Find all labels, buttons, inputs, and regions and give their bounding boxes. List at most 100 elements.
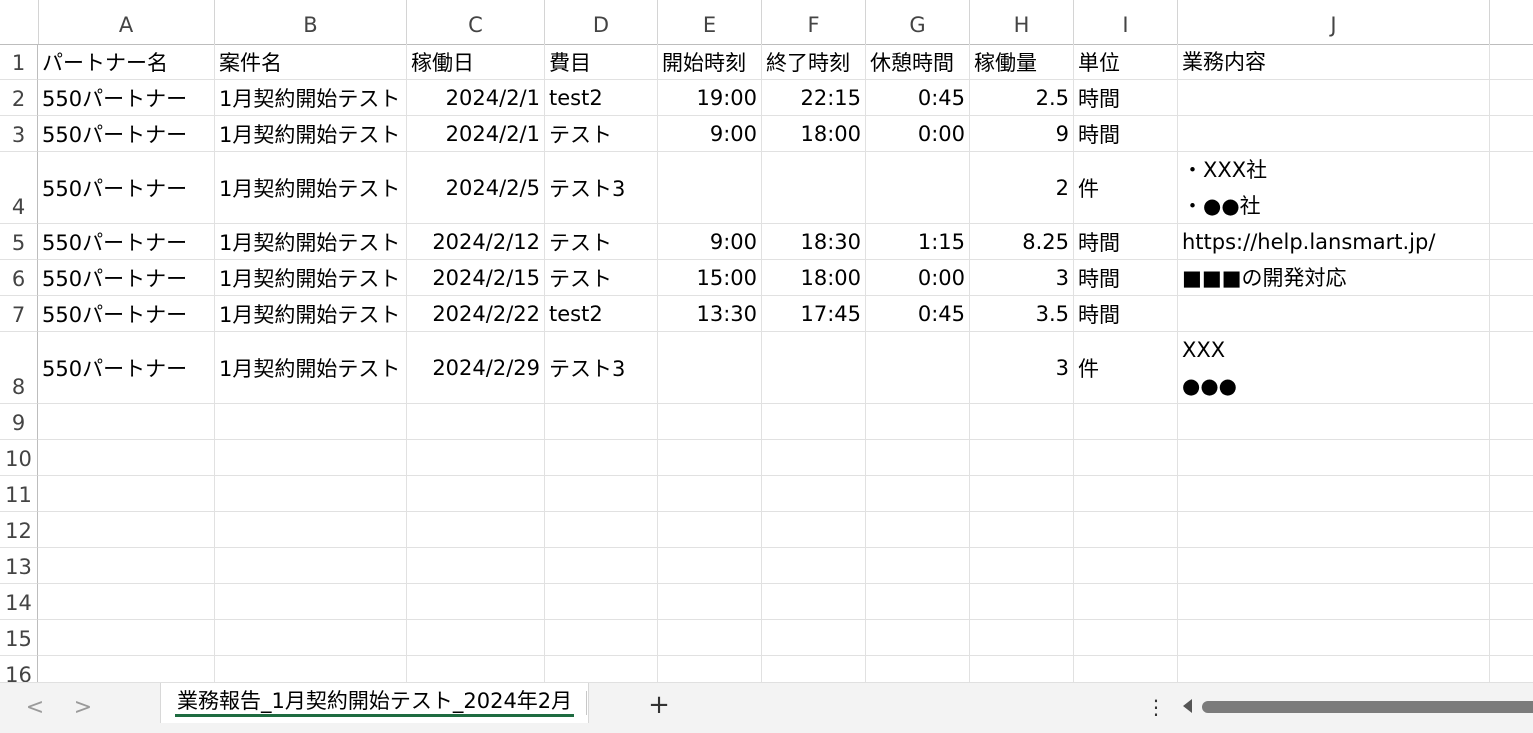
row-header-14[interactable]: 14	[0, 584, 38, 620]
cell-a8[interactable]: 550パートナー	[38, 332, 215, 404]
cell-b10[interactable]	[215, 440, 407, 476]
add-sheet-button[interactable]: +	[645, 691, 673, 719]
cell-k3[interactable]	[1490, 116, 1533, 152]
cell-h5[interactable]: 8.25	[970, 224, 1074, 260]
cell-b8[interactable]: 1月契約開始テスト	[215, 332, 407, 404]
cell-a14[interactable]	[38, 584, 215, 620]
cell-f4[interactable]	[762, 152, 866, 224]
cell-d14[interactable]	[545, 584, 658, 620]
cell-j10[interactable]	[1178, 440, 1490, 476]
cell-f7[interactable]: 17:45	[762, 296, 866, 332]
spreadsheet-grid[interactable]: ABCDEFGHIJ 1 パートナー名 案件名 稼働日 費目 開始時刻 終了時刻 休憩時間 稼働…	[0, 0, 1533, 682]
cell-h3[interactable]: 9	[970, 116, 1074, 152]
cell-h15[interactable]	[970, 620, 1074, 656]
column-header-b[interactable]: B	[215, 0, 407, 44]
cell-k16[interactable]	[1490, 656, 1533, 682]
cell-g15[interactable]	[866, 620, 970, 656]
cell-f5[interactable]: 18:30	[762, 224, 866, 260]
cell-j8[interactable]: XXX ●●●	[1178, 332, 1490, 404]
cell-d12[interactable]	[545, 512, 658, 548]
cell-b9[interactable]	[215, 404, 407, 440]
column-header-c[interactable]: C	[407, 0, 545, 44]
cell-b15[interactable]	[215, 620, 407, 656]
cell-h6[interactable]: 3	[970, 260, 1074, 296]
cell-j7[interactable]	[1178, 296, 1490, 332]
cell-e8[interactable]	[658, 332, 762, 404]
cell-d15[interactable]	[545, 620, 658, 656]
cell-f2[interactable]: 22:15	[762, 80, 866, 116]
cell-d4[interactable]: テスト3	[545, 152, 658, 224]
cell-h8[interactable]: 3	[970, 332, 1074, 404]
cell-i4[interactable]: 件	[1074, 152, 1178, 224]
cell-h12[interactable]	[970, 512, 1074, 548]
cell-h14[interactable]	[970, 584, 1074, 620]
cell-j1[interactable]: 業務内容	[1178, 44, 1490, 80]
cell-c3[interactable]: 2024/2/1	[407, 116, 545, 152]
cell-h7[interactable]: 3.5	[970, 296, 1074, 332]
cell-k14[interactable]	[1490, 584, 1533, 620]
cell-h2[interactable]: 2.5	[970, 80, 1074, 116]
cell-c12[interactable]	[407, 512, 545, 548]
cell-i12[interactable]	[1074, 512, 1178, 548]
cell-d7[interactable]: test2	[545, 296, 658, 332]
cell-f16[interactable]	[762, 656, 866, 682]
cell-k9[interactable]	[1490, 404, 1533, 440]
cell-d16[interactable]	[545, 656, 658, 682]
cell-e13[interactable]	[658, 548, 762, 584]
cell-f8[interactable]	[762, 332, 866, 404]
cell-e1[interactable]: 開始時刻	[658, 44, 762, 80]
cell-h4[interactable]: 2	[970, 152, 1074, 224]
cell-e16[interactable]	[658, 656, 762, 682]
cell-j12[interactable]	[1178, 512, 1490, 548]
cell-i1[interactable]: 単位	[1074, 44, 1178, 80]
cell-e6[interactable]: 15:00	[658, 260, 762, 296]
cell-i16[interactable]	[1074, 656, 1178, 682]
cell-e14[interactable]	[658, 584, 762, 620]
cell-b2[interactable]: 1月契約開始テスト	[215, 80, 407, 116]
cell-a13[interactable]	[38, 548, 215, 584]
cell-h1[interactable]: 稼働量	[970, 44, 1074, 80]
cell-h9[interactable]	[970, 404, 1074, 440]
cell-k6[interactable]	[1490, 260, 1533, 296]
cell-f15[interactable]	[762, 620, 866, 656]
cell-j2[interactable]	[1178, 80, 1490, 116]
column-header-a[interactable]: A	[38, 0, 215, 44]
cell-a12[interactable]	[38, 512, 215, 548]
cell-k12[interactable]	[1490, 512, 1533, 548]
cell-d9[interactable]	[545, 404, 658, 440]
cell-b6[interactable]: 1月契約開始テスト	[215, 260, 407, 296]
cell-d3[interactable]: テスト	[545, 116, 658, 152]
row-header-2[interactable]: 2	[0, 80, 38, 116]
cell-h11[interactable]	[970, 476, 1074, 512]
row-header-16[interactable]: 16	[0, 656, 38, 682]
cell-e9[interactable]	[658, 404, 762, 440]
cell-f3[interactable]: 18:00	[762, 116, 866, 152]
cell-j6[interactable]: ■■■の開発対応	[1178, 260, 1490, 296]
cell-g13[interactable]	[866, 548, 970, 584]
cell-c9[interactable]	[407, 404, 545, 440]
cell-f13[interactable]	[762, 548, 866, 584]
cell-i11[interactable]	[1074, 476, 1178, 512]
row-header-5[interactable]: 5	[0, 224, 38, 260]
cell-i2[interactable]: 時間	[1074, 80, 1178, 116]
cell-j9[interactable]	[1178, 404, 1490, 440]
scroll-left-icon[interactable]	[1183, 699, 1192, 713]
cell-d8[interactable]: テスト3	[545, 332, 658, 404]
cell-d5[interactable]: テスト	[545, 224, 658, 260]
cell-j11[interactable]	[1178, 476, 1490, 512]
cell-e5[interactable]: 9:00	[658, 224, 762, 260]
cell-i9[interactable]	[1074, 404, 1178, 440]
row-header-3[interactable]: 3	[0, 116, 38, 152]
cell-b11[interactable]	[215, 476, 407, 512]
cell-g7[interactable]: 0:45	[866, 296, 970, 332]
cell-e3[interactable]: 9:00	[658, 116, 762, 152]
row-header-1[interactable]: 1	[0, 44, 38, 80]
cell-k7[interactable]	[1490, 296, 1533, 332]
cell-i8[interactable]: 件	[1074, 332, 1178, 404]
cell-c4[interactable]: 2024/2/5	[407, 152, 545, 224]
cell-e12[interactable]	[658, 512, 762, 548]
cell-k2[interactable]	[1490, 80, 1533, 116]
cell-f12[interactable]	[762, 512, 866, 548]
cell-i5[interactable]: 時間	[1074, 224, 1178, 260]
cell-a6[interactable]: 550パートナー	[38, 260, 215, 296]
